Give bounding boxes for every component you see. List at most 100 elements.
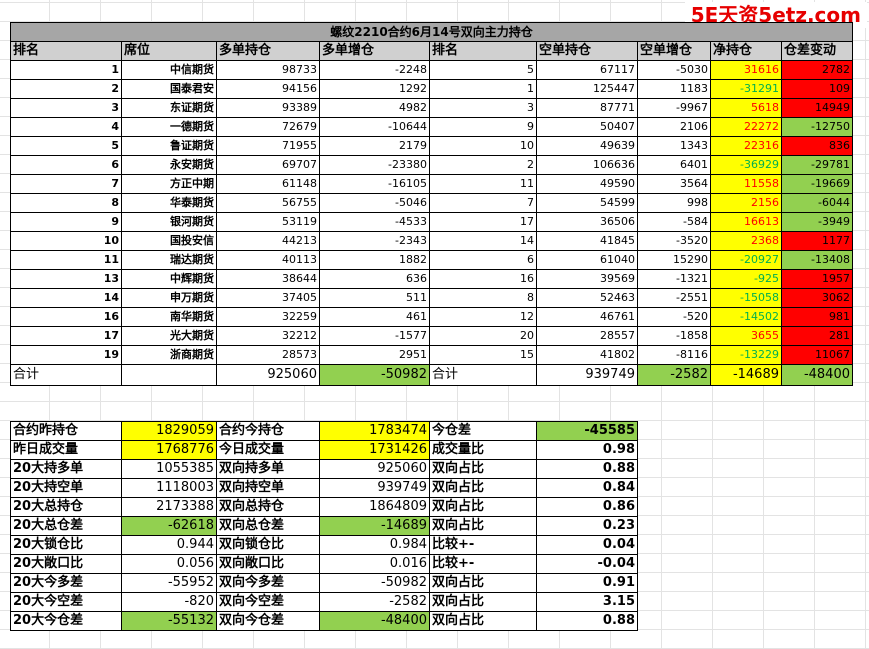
broker-cell[interactable]: 永安期货 xyxy=(121,155,217,175)
short-position-cell[interactable]: 39569 xyxy=(536,269,638,289)
broker-cell[interactable]: 华泰期货 xyxy=(121,193,217,213)
long-change-cell[interactable]: -2343 xyxy=(319,231,430,251)
broker-cell[interactable]: 申万期货 xyxy=(121,288,217,308)
total-label-cell[interactable]: 合计 xyxy=(429,364,537,386)
summary-label-cell[interactable]: 比较+- xyxy=(429,554,537,574)
broker-cell[interactable]: 银河期货 xyxy=(121,212,217,232)
summary-value-cell[interactable]: -50982 xyxy=(319,573,430,593)
long-position-cell[interactable]: 38644 xyxy=(216,269,320,289)
short-rank-cell[interactable]: 5 xyxy=(429,60,537,80)
summary-value-cell[interactable]: 0.86 xyxy=(536,497,638,517)
short-rank-cell[interactable]: 1 xyxy=(429,79,537,99)
header-cell[interactable]: 排名 xyxy=(429,41,537,61)
summary-label-cell[interactable]: 双向占比 xyxy=(429,459,537,479)
broker-cell[interactable]: 东证期货 xyxy=(121,98,217,118)
long-position-cell[interactable]: 98733 xyxy=(216,60,320,80)
short-position-cell[interactable]: 28557 xyxy=(536,326,638,346)
long-change-cell[interactable]: -1577 xyxy=(319,326,430,346)
header-cell[interactable]: 仓差变动 xyxy=(781,41,853,61)
short-rank-cell[interactable]: 6 xyxy=(429,250,537,270)
position-diff-cell[interactable]: -12750 xyxy=(781,117,853,137)
summary-label-cell[interactable]: 双向占比 xyxy=(429,497,537,517)
broker-cell[interactable]: 南华期货 xyxy=(121,307,217,327)
summary-label-cell[interactable]: 20大今空差 xyxy=(10,592,122,612)
net-position-cell[interactable]: -15058 xyxy=(710,288,782,308)
long-position-cell[interactable]: 28573 xyxy=(216,345,320,365)
position-diff-cell[interactable]: -6044 xyxy=(781,193,853,213)
short-change-cell[interactable]: 1183 xyxy=(637,79,711,99)
broker-cell[interactable]: 方正中期 xyxy=(121,174,217,194)
short-rank-cell[interactable]: 9 xyxy=(429,117,537,137)
long-change-cell[interactable]: -5046 xyxy=(319,193,430,213)
long-change-cell[interactable]: 1292 xyxy=(319,79,430,99)
summary-label-cell[interactable]: 双向敞口比 xyxy=(216,554,320,574)
rank-cell[interactable]: 13 xyxy=(10,269,122,289)
net-position-cell[interactable]: -31291 xyxy=(710,79,782,99)
summary-value-cell[interactable]: -62618 xyxy=(121,516,217,536)
short-rank-cell[interactable]: 20 xyxy=(429,326,537,346)
short-position-cell[interactable]: 125447 xyxy=(536,79,638,99)
position-diff-cell[interactable]: 3062 xyxy=(781,288,853,308)
position-diff-cell[interactable]: 836 xyxy=(781,136,853,156)
long-position-cell[interactable]: 72679 xyxy=(216,117,320,137)
short-change-cell[interactable]: -520 xyxy=(637,307,711,327)
summary-value-cell[interactable]: 1864809 xyxy=(319,497,430,517)
short-position-cell[interactable]: 36506 xyxy=(536,212,638,232)
short-change-cell[interactable]: -2551 xyxy=(637,288,711,308)
broker-cell[interactable]: 中辉期货 xyxy=(121,269,217,289)
table-title[interactable]: 螺纹2210合约6月14号双向主力持仓 xyxy=(10,22,853,42)
summary-label-cell[interactable]: 合约昨持仓 xyxy=(10,421,122,441)
net-position-cell[interactable]: 2156 xyxy=(710,193,782,213)
summary-label-cell[interactable]: 20大今多差 xyxy=(10,573,122,593)
short-position-cell[interactable]: 41802 xyxy=(536,345,638,365)
rank-cell[interactable]: 5 xyxy=(10,136,122,156)
summary-value-cell[interactable]: 925060 xyxy=(319,459,430,479)
short-change-cell[interactable]: 15290 xyxy=(637,250,711,270)
summary-value-cell[interactable]: 0.944 xyxy=(121,535,217,555)
short-change-cell[interactable]: 1343 xyxy=(637,136,711,156)
long-position-cell[interactable]: 53119 xyxy=(216,212,320,232)
net-position-cell[interactable]: -36929 xyxy=(710,155,782,175)
summary-label-cell[interactable]: 双向占比 xyxy=(429,611,537,631)
short-position-cell[interactable]: 61040 xyxy=(536,250,638,270)
summary-value-cell[interactable]: 1118003 xyxy=(121,478,217,498)
net-position-cell[interactable]: -925 xyxy=(710,269,782,289)
long-position-cell[interactable]: 69707 xyxy=(216,155,320,175)
broker-cell[interactable]: 国投安信 xyxy=(121,231,217,251)
short-rank-cell[interactable]: 12 xyxy=(429,307,537,327)
long-change-cell[interactable]: -16105 xyxy=(319,174,430,194)
summary-label-cell[interactable]: 双向占比 xyxy=(429,478,537,498)
rank-cell[interactable]: 11 xyxy=(10,250,122,270)
short-change-cell[interactable]: -8116 xyxy=(637,345,711,365)
short-position-cell[interactable]: 52463 xyxy=(536,288,638,308)
summary-value-cell[interactable]: 3.15 xyxy=(536,592,638,612)
summary-label-cell[interactable]: 双向今仓差 xyxy=(216,611,320,631)
short-change-cell[interactable]: -5030 xyxy=(637,60,711,80)
short-change-cell[interactable]: -584 xyxy=(637,212,711,232)
long-position-cell[interactable]: 40113 xyxy=(216,250,320,270)
long-position-cell[interactable]: 71955 xyxy=(216,136,320,156)
summary-label-cell[interactable]: 双向持空单 xyxy=(216,478,320,498)
position-diff-cell[interactable]: 2782 xyxy=(781,60,853,80)
net-position-cell[interactable]: 11558 xyxy=(710,174,782,194)
short-position-cell[interactable]: 106636 xyxy=(536,155,638,175)
short-rank-cell[interactable]: 16 xyxy=(429,269,537,289)
summary-label-cell[interactable]: 双向占比 xyxy=(429,592,537,612)
position-diff-cell[interactable]: 1177 xyxy=(781,231,853,251)
header-cell[interactable]: 排名 xyxy=(10,41,122,61)
header-cell[interactable]: 多单增仓 xyxy=(319,41,430,61)
summary-value-cell[interactable]: 0.04 xyxy=(536,535,638,555)
summary-label-cell[interactable]: 20大今仓差 xyxy=(10,611,122,631)
summary-value-cell[interactable]: 1768776 xyxy=(121,440,217,460)
position-diff-cell[interactable]: 11067 xyxy=(781,345,853,365)
summary-value-cell[interactable]: 1055385 xyxy=(121,459,217,479)
total-diff-cell[interactable]: -48400 xyxy=(781,364,853,386)
broker-cell[interactable]: 国泰君安 xyxy=(121,79,217,99)
net-position-cell[interactable]: 22272 xyxy=(710,117,782,137)
summary-value-cell[interactable]: 0.016 xyxy=(319,554,430,574)
summary-label-cell[interactable]: 双向占比 xyxy=(429,516,537,536)
short-rank-cell[interactable]: 8 xyxy=(429,288,537,308)
total-short-cell[interactable]: 939749 xyxy=(536,364,638,386)
rank-cell[interactable]: 3 xyxy=(10,98,122,118)
summary-value-cell[interactable]: -14689 xyxy=(319,516,430,536)
